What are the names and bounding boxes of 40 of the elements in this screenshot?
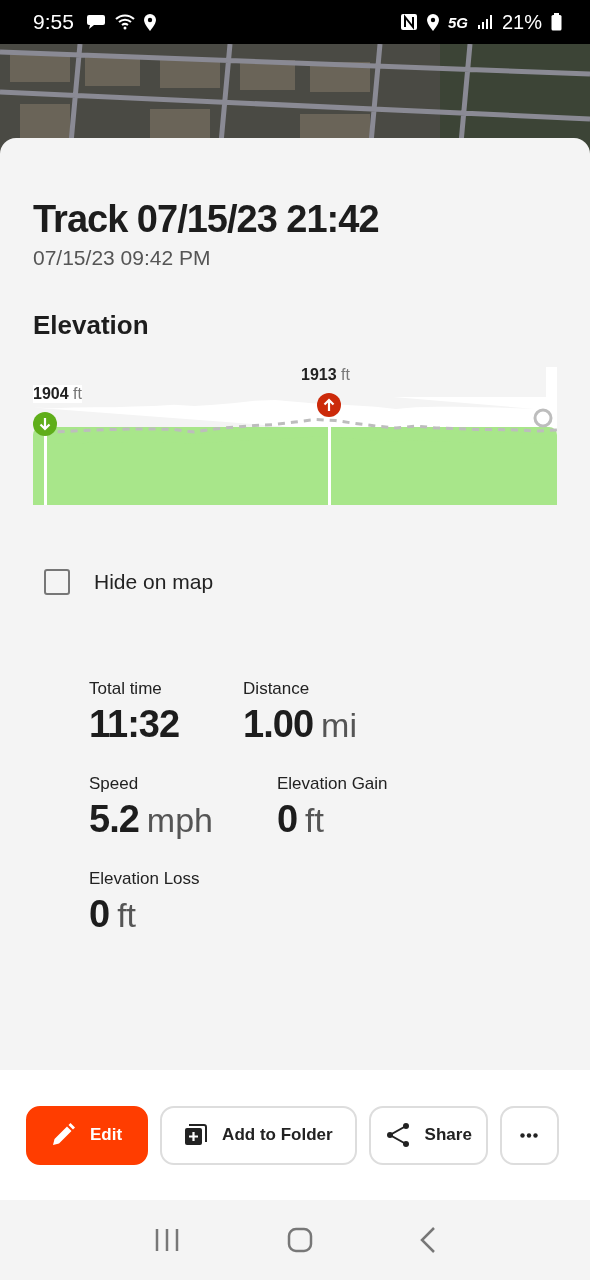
stat-value: 5.2 [89,798,139,841]
nfc-icon [399,13,418,31]
start-elevation-label: 1904 ft [33,385,82,403]
battery-icon [551,13,562,31]
share-button[interactable]: Share [368,1105,488,1165]
add-folder-icon [184,1123,209,1147]
chat-icon [85,14,106,30]
edit-button[interactable]: Edit [26,1105,149,1165]
battery-level: 21% [501,10,542,34]
clock: 9:55 [33,10,74,34]
stat-label: Elevation Gain [276,774,388,794]
home-icon[interactable] [287,1227,313,1253]
stat-unit: ft [117,896,137,935]
stat-label: Distance [243,679,311,699]
checkbox-label: Hide on map [94,570,214,594]
section-heading: Elevation [33,310,150,341]
stat-value: 0 [276,798,298,841]
location-icon [143,13,156,31]
track-title: Track 07/15/23 21:42 [33,197,380,242]
share-icon [384,1122,411,1148]
location-icon [426,13,439,31]
stat-label: Speed [89,774,140,794]
signal-icon [476,14,493,30]
stat-label: Total time [89,679,163,699]
back-icon[interactable] [420,1227,437,1253]
folder-button[interactable]: Add to Folder [160,1105,357,1165]
wifi-icon [114,14,135,30]
stat-value: 0 [89,893,110,936]
stat-label: Elevation Loss [89,869,200,889]
stat-value: 1.00 [243,703,314,746]
network-type: 5G [447,13,468,31]
stat-unit: mph [146,801,213,840]
more-icon [520,1132,539,1138]
track-date: 07/15/23 09:42 PM [33,246,212,270]
hide-on-map-checkbox[interactable] [44,569,70,595]
recent-apps-icon[interactable] [153,1228,180,1252]
stat-unit: mi [321,706,357,745]
pencil-icon [50,1122,76,1148]
stat-unit: ft [305,801,324,840]
stat-value: 11:32 [89,703,180,746]
